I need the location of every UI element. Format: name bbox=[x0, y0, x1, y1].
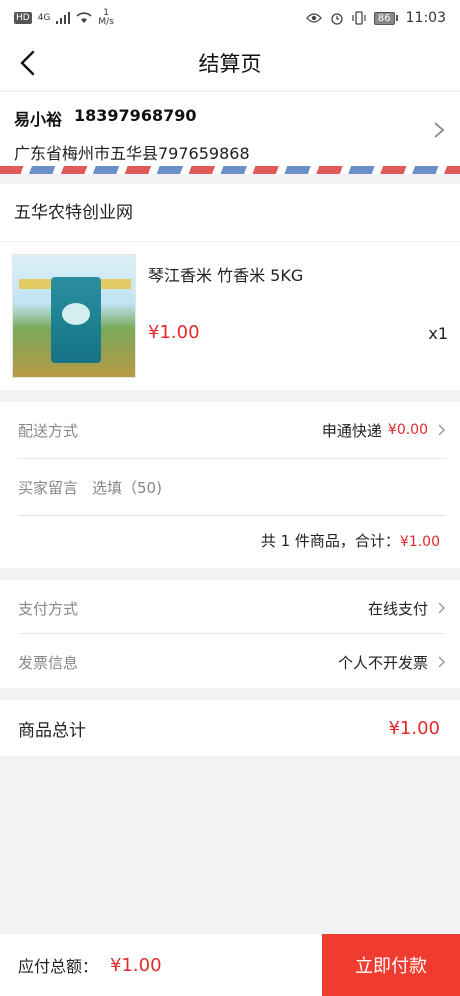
shop-name: 五华农特创业网 bbox=[0, 184, 460, 242]
invoice-value: 个人不开发票 bbox=[337, 653, 428, 672]
divider bbox=[18, 515, 446, 516]
chevron-right-icon bbox=[438, 424, 445, 436]
status-bar: HD 4G 1 M/s 86 11:03 bbox=[0, 0, 460, 36]
address-detail: 广东省梅州市五华县797659868 bbox=[14, 144, 250, 163]
battery-icon: 86 bbox=[373, 11, 398, 25]
shop-section: 五华农特创业网 琴江香米 竹香米 5KG ¥1.00 x1 bbox=[0, 184, 460, 390]
chevron-right-icon bbox=[438, 656, 445, 668]
due-amount: ¥1.00 bbox=[110, 954, 162, 976]
product-name: 琴江香米 竹香米 5KG bbox=[148, 266, 304, 285]
wifi-icon bbox=[76, 12, 92, 23]
product-image bbox=[12, 254, 136, 378]
note-input[interactable]: 选填（50) bbox=[92, 477, 162, 498]
invoice-row[interactable]: 发票信息 个人不开发票 bbox=[18, 634, 446, 690]
note-row[interactable]: 买家留言 选填（50) bbox=[18, 459, 446, 515]
recipient-name: 易小裕 bbox=[14, 110, 63, 129]
due-label: 应付总额： bbox=[18, 957, 99, 976]
order-options: 配送方式 申通快递 ¥0.00 买家留言 选填（50) 共 1 件商品，合计：¥… bbox=[0, 402, 460, 568]
chevron-right-icon bbox=[434, 122, 445, 138]
eye-icon bbox=[306, 13, 322, 23]
pay-now-button[interactable]: 立即付款 bbox=[322, 934, 460, 996]
chevron-right-icon bbox=[438, 602, 445, 614]
delivery-label: 配送方式 bbox=[18, 421, 79, 440]
recipient-phone: 18397968790 bbox=[74, 106, 197, 125]
delivery-row[interactable]: 配送方式 申通快递 ¥0.00 bbox=[18, 402, 446, 458]
page-title: 结算页 bbox=[198, 52, 262, 76]
grand-total-amount: ¥1.00 bbox=[388, 717, 440, 739]
grand-total: 商品总计 ¥1.00 bbox=[0, 700, 460, 756]
payment-method-label: 支付方式 bbox=[18, 599, 79, 618]
product-quantity: x1 bbox=[428, 324, 448, 343]
address-card[interactable]: 易小裕 18397968790 广东省梅州市五华县797659868 bbox=[0, 92, 460, 174]
payment-method-row[interactable]: 支付方式 在线支付 bbox=[18, 580, 446, 636]
nav-bar: 结算页 bbox=[0, 36, 460, 90]
payment-method-value: 在线支付 bbox=[367, 599, 428, 618]
net-speed: 1 M/s bbox=[98, 9, 114, 27]
invoice-label: 发票信息 bbox=[18, 653, 79, 672]
delivery-fee: ¥0.00 bbox=[387, 422, 428, 438]
grand-total-label: 商品总计 bbox=[18, 720, 86, 741]
summary-text: 共 1 件商品，合计： bbox=[260, 532, 400, 550]
signal-icon bbox=[56, 12, 71, 24]
envelope-stripe bbox=[0, 166, 460, 174]
back-arrow-icon[interactable] bbox=[14, 48, 44, 78]
note-label: 买家留言 bbox=[18, 478, 79, 497]
battery-level: 86 bbox=[373, 11, 395, 25]
alarm-icon bbox=[331, 13, 343, 25]
hd-badge: HD bbox=[14, 12, 32, 24]
summary-amount: ¥1.00 bbox=[399, 534, 440, 550]
product-price: ¥1.00 bbox=[148, 322, 200, 343]
payment-section: 支付方式 在线支付 发票信息 个人不开发票 bbox=[0, 580, 460, 688]
network-label: 4G bbox=[37, 13, 51, 23]
vibrate-icon bbox=[352, 11, 366, 25]
clock: 11:03 bbox=[405, 10, 446, 26]
delivery-method: 申通快递 bbox=[321, 421, 382, 440]
order-summary: 共 1 件商品，合计：¥1.00 bbox=[261, 530, 440, 551]
speed-unit: M/s bbox=[98, 17, 114, 27]
checkout-bar: 应付总额： ¥1.00 立即付款 bbox=[0, 934, 460, 996]
product-item[interactable]: 琴江香米 竹香米 5KG ¥1.00 x1 bbox=[0, 242, 460, 390]
